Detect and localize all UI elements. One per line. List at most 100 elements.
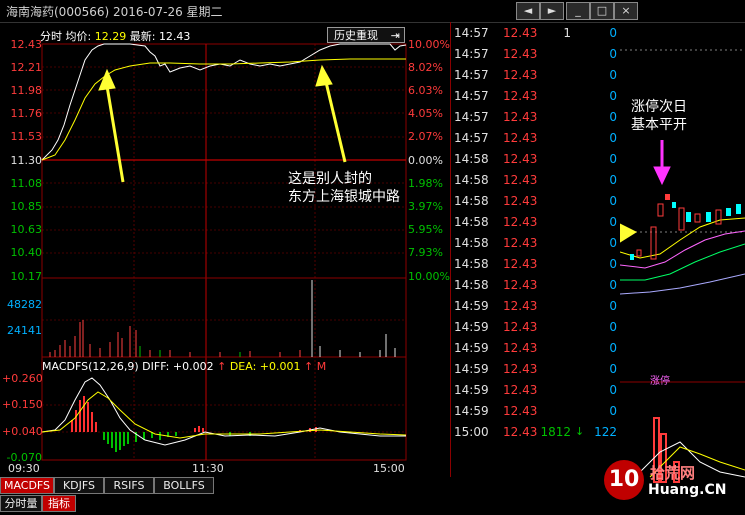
avg-price-line <box>41 58 406 161</box>
last-value: 12.43 <box>158 30 191 43</box>
price-axis-left-10: 10.17 <box>10 270 43 283</box>
price-axis-left-4: 11.53 <box>10 130 43 143</box>
time-axis-1: 11:30 <box>192 462 224 475</box>
tick-row: 14:59 12.43 0 <box>454 299 617 313</box>
replay-icon: ⇥ <box>390 29 400 42</box>
tick-row: 14:59 12.43 0 <box>454 404 617 418</box>
watermark-domain: Huang.CN <box>648 482 727 498</box>
macd-label: MACDFS(12,26,9) <box>42 360 139 373</box>
tick-row: 14:59 12.43 0 <box>454 362 617 376</box>
annotation-left-line2: 东方上海银城中路 <box>288 189 400 205</box>
time-axis-2: 15:00 <box>373 462 405 475</box>
volume-bars <box>49 320 301 357</box>
price-axis-left-1: 12.21 <box>10 61 43 74</box>
tick-row: 14:58 12.43 0 <box>454 236 617 250</box>
ma-line-lavender <box>620 273 745 295</box>
pct-axis-right-4: 2.07% <box>408 130 443 143</box>
tick-row: 14:57 12.43 0 <box>454 68 617 82</box>
chart-frame <box>41 43 407 461</box>
annotation-left: 这是别人封的 东方上海银城中路 <box>288 170 400 206</box>
volume-axis-1: 24141 <box>7 324 42 337</box>
annotation-left-line1: 这是别人封的 <box>288 171 372 187</box>
macd-axis-1: +0.150 <box>2 398 43 411</box>
last-label: 最新: <box>129 30 156 43</box>
tick-row: 14:59 12.43 0 <box>454 341 617 355</box>
minimize-button[interactable]: _ <box>566 2 590 20</box>
tab-kdjfs[interactable]: KDJFS <box>54 477 104 494</box>
pct-axis-right-3: 4.05% <box>408 107 443 120</box>
close-button[interactable]: × <box>614 2 638 20</box>
macd-header: MACDFS(12,26,9) DIFF: +0.002 ↑ DEA: +0.0… <box>42 360 326 373</box>
daily-kline-chart <box>620 49 745 483</box>
price-grid <box>42 44 406 460</box>
up-arrow-icon: ↑ <box>304 360 314 373</box>
tick-row: 14:58 12.43 0 <box>454 278 617 292</box>
pct-axis-right-9: 7.93% <box>408 246 443 259</box>
macd-ma: M <box>316 360 327 373</box>
annotation-right-line1: 涨停次日 <box>631 99 687 115</box>
up-arrow-icon: ↑ <box>217 360 227 373</box>
pct-axis-right-0: 10.00% <box>408 38 450 51</box>
macd-axis-2: +0.040 <box>2 425 43 438</box>
watermark-site: 拾荒网 <box>650 464 696 482</box>
macd-diff: DIFF: +0.002 <box>142 360 214 373</box>
tick-row: 14:57 12.43 1 0 <box>454 26 617 40</box>
tick-list: 14:57 12.43 1 0 14:57 12.43 0 14:57 12.43 0 14:… <box>450 22 621 477</box>
pct-axis-right-6: 1.98% <box>408 177 443 190</box>
maximize-button[interactable]: □ <box>590 2 614 20</box>
tab-rsifs[interactable]: RSIFS <box>104 477 154 494</box>
macd-diff-line <box>41 377 406 446</box>
tick-row: 14:57 12.43 0 <box>454 89 617 103</box>
chart-mode: 分时 <box>40 30 62 43</box>
pct-axis-right-10: 10.00% <box>408 270 450 283</box>
tick-row-last: 15:00 12.43 1812 ↓ 122 <box>454 425 617 439</box>
tick-row: 14:58 12.43 0 <box>454 257 617 271</box>
price-line <box>41 43 407 161</box>
time-axis-0: 09:30 <box>8 462 40 475</box>
tick-row: 14:58 12.43 0 <box>454 194 617 208</box>
macd-dea: DEA: +0.001 <box>229 360 301 373</box>
arrow-right <box>620 223 638 243</box>
magenta-arrow <box>653 140 671 186</box>
limit-up-tag: 涨停 <box>650 376 670 387</box>
price-axis-left-2: 11.98 <box>10 84 43 97</box>
tick-row: 14:57 12.43 0 <box>454 110 617 124</box>
history-replay-label: 历史重现 <box>334 29 378 42</box>
chart-header: 分时 均价: 12.29 最新: 12.43 <box>40 28 190 44</box>
tick-row: 14:59 12.43 0 <box>454 320 617 334</box>
tab-macdfs[interactable]: MACDFS <box>0 477 54 494</box>
tab-bollfs[interactable]: BOLLFS <box>154 477 214 494</box>
tab-indicator[interactable]: 指标 <box>42 495 76 512</box>
avg-label: 均价: <box>65 30 92 43</box>
macd-histogram-up <box>71 396 317 432</box>
pct-axis-right-5: 0.00% <box>408 154 443 167</box>
tab-volume[interactable]: 分时量 <box>0 495 42 512</box>
price-axis-left-3: 11.76 <box>10 107 43 120</box>
tick-row: 14:59 12.43 0 <box>454 383 617 397</box>
prev-stock-button[interactable]: ◄ <box>516 2 540 20</box>
tick-row: 14:57 12.43 0 <box>454 131 617 145</box>
pct-axis-right-2: 6.03% <box>408 84 443 97</box>
price-axis-left-6: 11.08 <box>10 177 43 190</box>
pct-axis-right-8: 5.95% <box>408 223 443 236</box>
tick-row: 14:57 12.43 0 <box>454 47 617 61</box>
annotation-right: 涨停次日 基本平开 <box>631 98 687 134</box>
tick-row: 14:58 12.43 0 <box>454 152 617 166</box>
price-axis-left-9: 10.40 <box>10 246 43 259</box>
arrow-middle <box>315 64 347 163</box>
ma-line-green <box>620 243 745 281</box>
volume-bars-neutral <box>311 280 396 357</box>
tick-row: 14:58 12.43 0 <box>454 215 617 229</box>
arrow-left <box>98 68 125 183</box>
tick-row: 14:58 12.43 0 <box>454 173 617 187</box>
next-stock-button[interactable]: ► <box>540 2 564 20</box>
price-axis-left-5: 11.30 <box>10 154 43 167</box>
macd-axis-0: +0.260 <box>2 372 43 385</box>
pct-axis-right-7: 3.97% <box>408 200 443 213</box>
price-axis-left-0: 12.43 <box>10 38 43 51</box>
watermark-logo: 10 <box>604 460 644 500</box>
price-axis-left-8: 10.63 <box>10 223 43 236</box>
history-replay-button[interactable]: 历史重现 ⇥ <box>327 27 405 43</box>
volume-axis-0: 48282 <box>7 298 42 311</box>
intraday-chart <box>41 43 407 461</box>
